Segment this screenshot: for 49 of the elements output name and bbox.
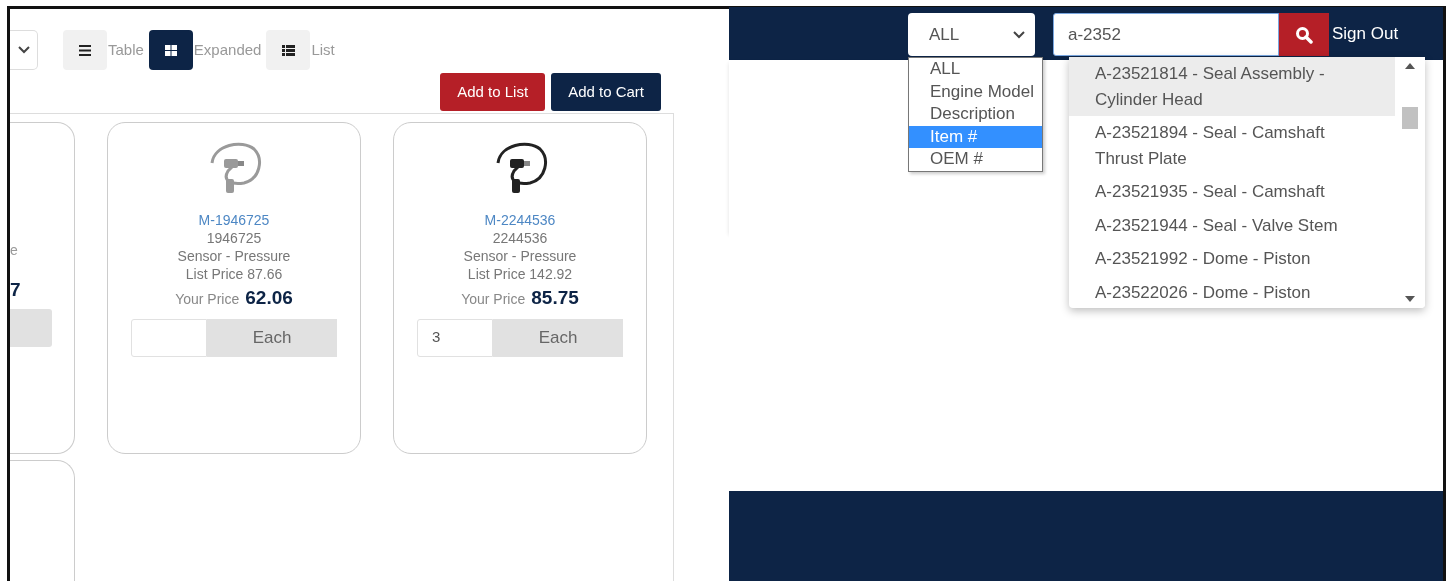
view-mode-button[interactable] — [63, 30, 107, 70]
your-price-value: 7 — [10, 279, 21, 301]
view-mode-button[interactable] — [148, 30, 193, 70]
dropdown-option[interactable]: Engine Model — [909, 80, 1042, 103]
item-link[interactable]: M-2244536 — [484, 211, 556, 229]
description-text: e — [10, 241, 18, 259]
search-scope-select[interactable]: ALL — [908, 13, 1035, 56]
add-to-cart-button[interactable]: Add to Cart — [551, 73, 661, 111]
search-button[interactable] — [1279, 13, 1329, 56]
list-icon — [281, 43, 296, 57]
suggestion-item[interactable]: A-23521814 - Seal Assembly - Cylinder Head — [1069, 57, 1395, 116]
dropdown-option[interactable]: Description — [909, 103, 1042, 126]
suggestion-item[interactable]: A-23521894 - Seal - Camshaft Thrust Plate — [1069, 116, 1395, 175]
unit-field[interactable] — [10, 309, 52, 347]
description-text: Sensor - Pressure — [463, 247, 577, 265]
unit-label[interactable]: Each — [493, 318, 623, 357]
lines-icon — [78, 43, 92, 57]
dropdown-option[interactable]: ALL — [909, 58, 1042, 81]
part-number-text: 2244536 — [492, 229, 548, 247]
suggestion-item[interactable]: A-23522026 - Dome - Piston — [1069, 275, 1395, 308]
scrollbar[interactable] — [1395, 57, 1425, 308]
sign-out-link[interactable]: Sign Out — [1332, 21, 1399, 47]
list-price-text: List Price 87.66 — [185, 265, 283, 283]
dropdown-option[interactable]: OEM # — [909, 148, 1042, 171]
suggestion-item[interactable]: A-23521935 - Seal - Camshaft — [1069, 175, 1395, 209]
scrollbar-thumb[interactable] — [1402, 106, 1418, 129]
your-price-label: Your Price — [175, 290, 240, 309]
quantity-field[interactable] — [131, 318, 207, 357]
scroll-up-icon — [1405, 63, 1415, 69]
list-price-text: List Price 142.92 — [467, 265, 573, 283]
scroll-down-icon — [1405, 296, 1415, 302]
your-price-value: 85.75 — [531, 286, 579, 310]
suggestion-item[interactable]: A-23521992 - Dome - Piston — [1069, 242, 1395, 276]
suggestion-item[interactable]: A-23521944 - Seal - Valve Stem — [1069, 208, 1395, 242]
quantity-field[interactable]: 3 — [417, 318, 493, 357]
chevron-icon — [1013, 30, 1025, 39]
unit-label[interactable]: Each — [207, 318, 337, 357]
your-price-value: 62.06 — [245, 286, 293, 310]
view-mode-button[interactable] — [266, 30, 311, 70]
part-number-text: 1946725 — [206, 229, 262, 247]
item-link[interactable]: M-1946725 — [198, 211, 270, 229]
grid-icon — [163, 43, 178, 57]
add-to-list-button[interactable]: Add to List — [440, 73, 546, 111]
search-field[interactable]: a-2352 — [1053, 13, 1279, 56]
your-price-label: Your Price — [461, 290, 526, 309]
dropdown-select[interactable] — [10, 30, 38, 70]
search-icon — [1295, 25, 1313, 44]
description-text: Sensor - Pressure — [177, 247, 291, 265]
chevron-icon — [17, 46, 30, 54]
